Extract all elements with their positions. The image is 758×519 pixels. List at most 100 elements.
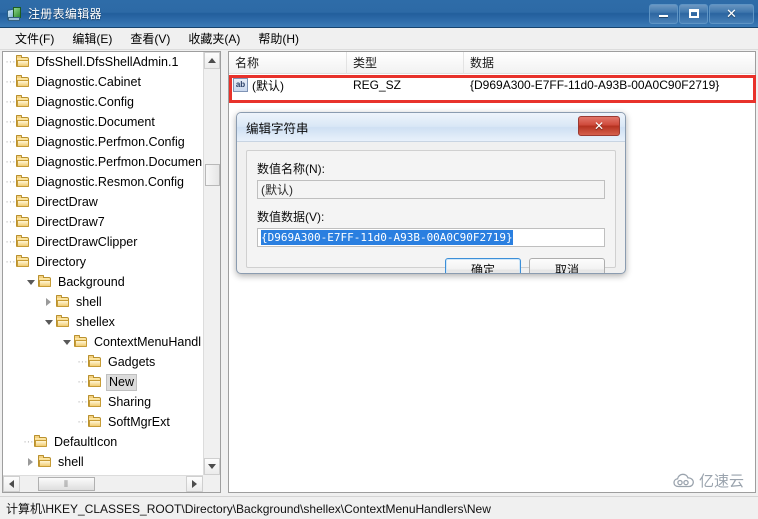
tree-item-dfsshell-dfsshelladmin-1[interactable]: ⋯ DfsShell.DfsShellAdmin.1 <box>3 52 203 72</box>
folder-icon <box>73 335 89 349</box>
pane-splitter[interactable] <box>221 51 228 493</box>
dialog-close-icon: ✕ <box>593 119 605 133</box>
tree-item-directory[interactable]: ⋯ Directory <box>3 252 203 272</box>
tree-item-diagnostic-perfmon-config[interactable]: ⋯ Diagnostic.Perfmon.Config <box>3 132 203 152</box>
registry-tree-pane[interactable]: ⋯ DfsShell.DfsShellAdmin.1 ⋯ Diagnostic.Cab… <box>2 51 221 493</box>
cloud-icon <box>673 473 695 488</box>
tree-item-contextmenuhandl[interactable]: ContextMenuHandl <box>3 332 203 352</box>
folder-icon <box>15 55 31 69</box>
dialog-field-group: 数值名称(N): (默认) 数值数据(V): {D969A300-E7FF-11… <box>246 150 616 273</box>
scroll-up-button[interactable] <box>204 52 220 69</box>
maximize-icon <box>688 9 699 18</box>
maximize-button[interactable] <box>679 3 708 24</box>
tree-item-label: Diagnostic.Cabinet <box>36 74 141 89</box>
folder-icon <box>15 215 31 229</box>
horizontal-scroll-thumb[interactable]: ⦀ <box>38 477 95 491</box>
tree-item-softmgrext[interactable]: ⋯ SoftMgrExt <box>3 412 203 432</box>
table-row[interactable]: ab (默认) REG_SZ {D969A300-E7FF-11d0-A93B-… <box>229 74 755 96</box>
tree-item-shell[interactable]: shell <box>3 452 203 472</box>
tree-line: ⋯ <box>77 396 88 408</box>
tree-item-label: Sharing <box>108 394 152 409</box>
ok-button[interactable]: 确定 <box>445 258 521 273</box>
tree-item-diagnostic-cabinet[interactable]: ⋯ Diagnostic.Cabinet <box>3 72 203 92</box>
folder-icon <box>87 355 103 369</box>
chevron-down-icon[interactable] <box>24 272 37 292</box>
folder-icon <box>15 75 31 89</box>
tree-line: ⋯ <box>77 356 88 368</box>
menu-help[interactable]: 帮助(H) <box>249 28 308 49</box>
dialog-close-button[interactable]: ✕ <box>578 116 620 136</box>
value-name-input[interactable]: (默认) <box>257 180 605 199</box>
chevron-right-icon[interactable] <box>24 452 37 472</box>
registry-editor-icon <box>6 6 22 22</box>
tree-item-label: DefaultIcon <box>54 434 118 449</box>
tree-line: ⋯ <box>5 256 16 268</box>
tree-line: ⋯ <box>5 216 16 228</box>
dialog-button-row: 确定 取消 <box>257 258 605 273</box>
tree-item-label: Directory <box>36 254 87 269</box>
folder-icon <box>15 195 31 209</box>
tree-vertical-scrollbar[interactable] <box>203 52 220 475</box>
menu-edit[interactable]: 编辑(E) <box>63 28 121 49</box>
value-data-input[interactable]: {D969A300-E7FF-11d0-A93B-00A0C90F2719} <box>257 228 605 247</box>
tree-item-label: DirectDraw7 <box>36 214 105 229</box>
folder-icon <box>33 435 49 449</box>
tree-item-label: shell <box>58 454 84 469</box>
folder-icon <box>55 295 71 309</box>
column-header-data[interactable]: 数据 <box>464 52 755 74</box>
minimize-button[interactable] <box>649 3 678 24</box>
scroll-left-button[interactable] <box>3 476 20 492</box>
tree-item-label: New <box>106 373 138 391</box>
tree-item-diagnostic-resmon-config[interactable]: ⋯ Diagnostic.Resmon.Config <box>3 172 203 192</box>
value-data-input-text: {D969A300-E7FF-11d0-A93B-00A0C90F2719} <box>261 230 513 245</box>
tree-item-shellex[interactable]: shellex <box>3 312 203 332</box>
cell-value-data: {D969A300-E7FF-11d0-A93B-00A0C90F2719} <box>470 78 720 92</box>
dialog-body: 数值名称(N): (默认) 数值数据(V): {D969A300-E7FF-11… <box>237 142 625 273</box>
window-title: 注册表编辑器 <box>28 7 102 21</box>
tree-item-diagnostic-perfmon-documen[interactable]: ⋯ Diagnostic.Perfmon.Documen <box>3 152 203 172</box>
tree-item-directdrawclipper[interactable]: ⋯ DirectDrawClipper <box>3 232 203 252</box>
tree-line: ⋯ <box>5 76 16 88</box>
menu-bar: 文件(F) 编辑(E) 查看(V) 收藏夹(A) 帮助(H) <box>0 28 758 50</box>
tree-line: ⋯ <box>5 136 16 148</box>
registry-tree[interactable]: ⋯ DfsShell.DfsShellAdmin.1 ⋯ Diagnostic.Cab… <box>3 52 203 475</box>
folder-icon <box>15 95 31 109</box>
status-path: 计算机\HKEY_CLASSES_ROOT\Directory\Backgrou… <box>6 501 491 516</box>
tree-item-defaulticon[interactable]: ⋯ DefaultIcon <box>3 432 203 452</box>
tree-item-background[interactable]: Background <box>3 272 203 292</box>
menu-file[interactable]: 文件(F) <box>6 28 63 49</box>
tree-line: ⋯ <box>77 376 88 388</box>
tree-item-label: Gadgets <box>108 354 156 369</box>
menu-view[interactable]: 查看(V) <box>121 28 179 49</box>
cancel-button[interactable]: 取消 <box>529 258 605 273</box>
chevron-right-icon[interactable] <box>42 292 55 312</box>
folder-icon <box>15 135 31 149</box>
tree-horizontal-scrollbar[interactable]: ⦀ <box>3 475 203 492</box>
vertical-scroll-thumb[interactable] <box>205 164 220 186</box>
tree-item-directdraw7[interactable]: ⋯ DirectDraw7 <box>3 212 203 232</box>
close-button[interactable]: ✕ <box>709 3 754 24</box>
value-name-label: 数值名称(N): <box>257 162 325 176</box>
tree-item-diagnostic-document[interactable]: ⋯ Diagnostic.Document <box>3 112 203 132</box>
tree-item-label: Diagnostic.Perfmon.Documen <box>36 154 203 169</box>
tree-item-label: Diagnostic.Document <box>36 114 155 129</box>
scroll-right-button[interactable] <box>186 476 203 492</box>
scroll-right-icon <box>192 480 197 488</box>
column-header-type[interactable]: 类型 <box>347 52 464 74</box>
tree-item-directdraw[interactable]: ⋯ DirectDraw <box>3 192 203 212</box>
string-value-icon: ab <box>233 78 248 92</box>
tree-item-gadgets[interactable]: ⋯ Gadgets <box>3 352 203 372</box>
edit-string-dialog: 编辑字符串 ✕ 数值名称(N): (默认) 数值数据(V): {D969A300… <box>236 112 626 274</box>
chevron-down-icon[interactable] <box>60 332 73 352</box>
column-header-name[interactable]: 名称 <box>229 52 347 74</box>
folder-icon <box>15 175 31 189</box>
menu-favorites[interactable]: 收藏夹(A) <box>179 28 249 49</box>
tree-item-label: DfsShell.DfsShellAdmin.1 <box>36 54 179 69</box>
tree-item-sharing[interactable]: ⋯ Sharing <box>3 392 203 412</box>
value-name-text: (默认) <box>252 78 284 93</box>
tree-item-diagnostic-config[interactable]: ⋯ Diagnostic.Config <box>3 92 203 112</box>
scroll-down-button[interactable] <box>204 458 220 475</box>
chevron-down-icon[interactable] <box>42 312 55 332</box>
tree-item-new[interactable]: ⋯ New <box>3 372 203 392</box>
tree-item-shell[interactable]: shell <box>3 292 203 312</box>
